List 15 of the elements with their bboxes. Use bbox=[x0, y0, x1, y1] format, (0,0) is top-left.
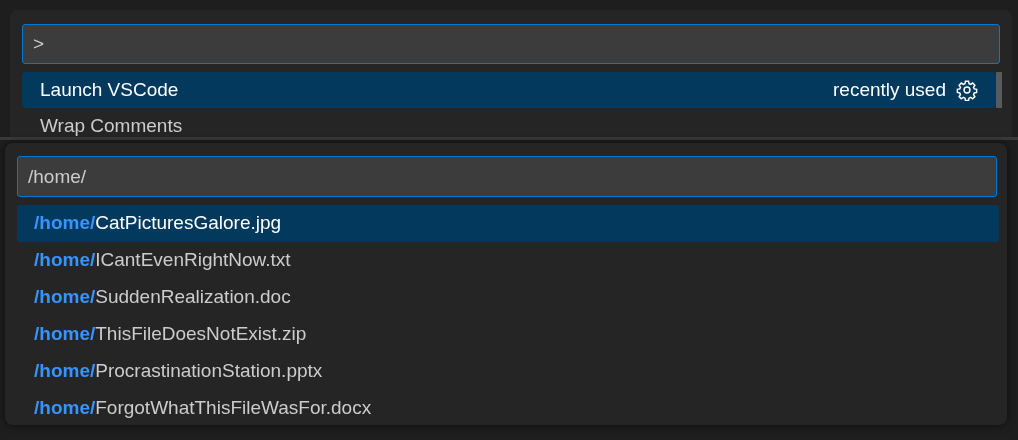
file-item[interactable]: /home/ICantEvenRightNow.txt bbox=[17, 242, 999, 279]
command-item[interactable]: Wrap Comments bbox=[22, 108, 996, 137]
path-input[interactable]: /home/ bbox=[17, 156, 997, 197]
file-item[interactable]: /home/ProcrastinationStation.pptx bbox=[17, 353, 999, 390]
file-item[interactable]: /home/ForgotWhatThisFileWasFor.docx bbox=[17, 390, 999, 427]
file-item[interactable]: /home/SuddenRealization.doc bbox=[17, 279, 999, 316]
file-item[interactable]: /home/CatPicturesGalore.jpg bbox=[17, 205, 999, 242]
command-input[interactable]: > bbox=[22, 24, 1000, 64]
recently-used-label: recently used bbox=[833, 77, 946, 102]
settings-icon[interactable] bbox=[956, 79, 978, 101]
command-item[interactable]: Launch VSCode recently used bbox=[22, 72, 996, 108]
scrollbar[interactable] bbox=[996, 72, 1002, 108]
command-label: Wrap Comments bbox=[40, 113, 184, 137]
file-item[interactable]: /home/ThisFileDoesNotExist.zip bbox=[17, 316, 999, 353]
command-label: Launch VSCode bbox=[40, 77, 180, 102]
